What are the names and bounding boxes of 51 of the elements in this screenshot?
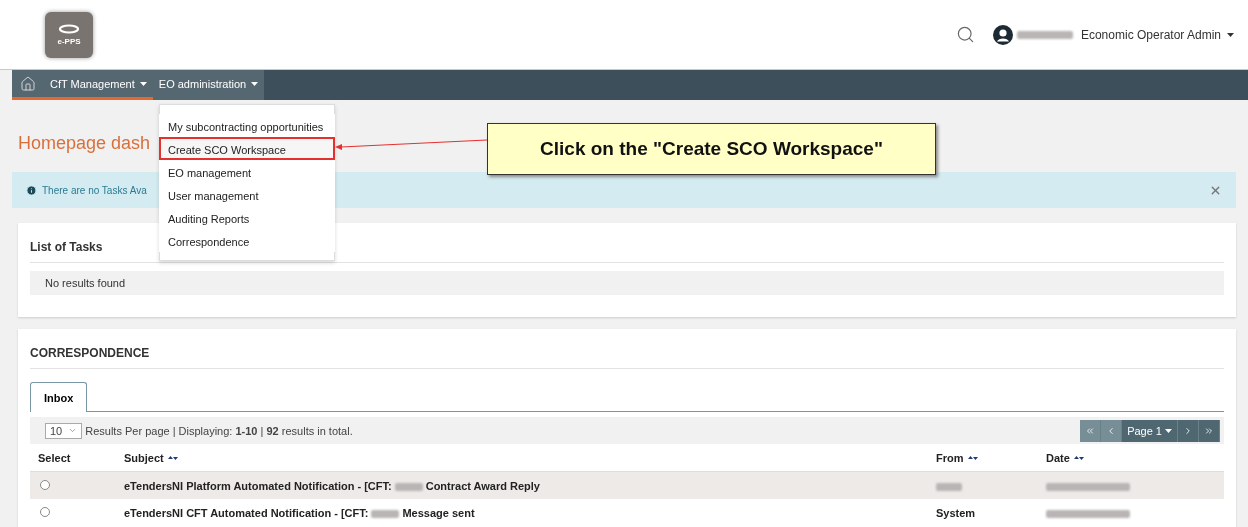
user-role-menu[interactable]: Economic Operator Admin <box>1080 27 1221 42</box>
previous-page-button[interactable] <box>1101 419 1123 442</box>
select-radio[interactable] <box>40 479 50 490</box>
results-summary: Results Per page | Displaying: 1-10 | 92 results in total. <box>85 424 353 437</box>
sort-icon[interactable] <box>167 454 178 461</box>
user-icon[interactable] <box>992 24 1013 45</box>
search-icon[interactable] <box>955 25 975 44</box>
double-chevron-right-icon <box>1204 425 1214 436</box>
chevron-down-icon <box>68 426 78 435</box>
column-header[interactable]: Date <box>1046 451 1070 464</box>
select-radio[interactable] <box>40 506 50 517</box>
per-page-select[interactable]: 10 <box>45 422 83 439</box>
home-button[interactable] <box>12 70 44 100</box>
redacted-sender <box>936 482 962 491</box>
page-title: Homepage dash <box>18 133 151 155</box>
instruction-callout: Click on the "Create SCO Workspace" <box>487 123 936 175</box>
redacted-user-name <box>1016 30 1073 39</box>
menu-item[interactable]: My subcontracting opportunities <box>159 114 335 137</box>
empty-message: No results found <box>30 271 1224 295</box>
caret-icon <box>139 81 147 86</box>
inbox-tab[interactable]: Inbox <box>30 382 88 412</box>
menu-item[interactable]: Create SCO Workspace <box>159 137 335 160</box>
redacted-id <box>371 509 400 518</box>
first-page-button[interactable] <box>1080 419 1102 442</box>
alert-text: There are no Tasks Ava <box>42 184 147 196</box>
logo: e-PPS <box>45 11 93 58</box>
subject-text[interactable]: Contract Award Reply <box>425 479 540 492</box>
sender-text: System <box>936 506 976 519</box>
sort-icon[interactable] <box>1073 454 1084 461</box>
sort-icon[interactable] <box>967 454 978 461</box>
column-header: Select <box>38 451 71 464</box>
card-title: CORRESPONDENCE <box>30 341 1224 369</box>
column-header[interactable]: Subject <box>124 451 164 464</box>
nav-menu[interactable]: CfT Management <box>44 70 153 100</box>
menu-item[interactable]: EO management <box>159 160 335 183</box>
redacted-id <box>394 482 423 491</box>
home-icon <box>20 75 36 92</box>
double-chevron-left-icon <box>1085 425 1096 436</box>
caret-icon <box>1165 428 1172 433</box>
caret-icon <box>1227 32 1234 37</box>
info-icon <box>26 184 37 196</box>
subject-text[interactable]: eTendersNI CFT Automated Notification - [CFT: <box>124 506 369 519</box>
column-header[interactable]: From <box>936 451 964 464</box>
nav-menu[interactable]: EO administration <box>152 70 265 100</box>
menu-item[interactable]: Auditing Reports <box>159 206 335 229</box>
caret-icon <box>251 81 259 86</box>
menu-item[interactable]: User management <box>159 183 335 206</box>
menu-item[interactable]: Correspondence <box>159 229 335 252</box>
subject-text[interactable]: Message sent <box>402 506 475 519</box>
subject-text[interactable]: eTendersNI Platform Automated Notification - [CFT: <box>124 479 392 492</box>
chevron-right-icon <box>1183 425 1193 436</box>
